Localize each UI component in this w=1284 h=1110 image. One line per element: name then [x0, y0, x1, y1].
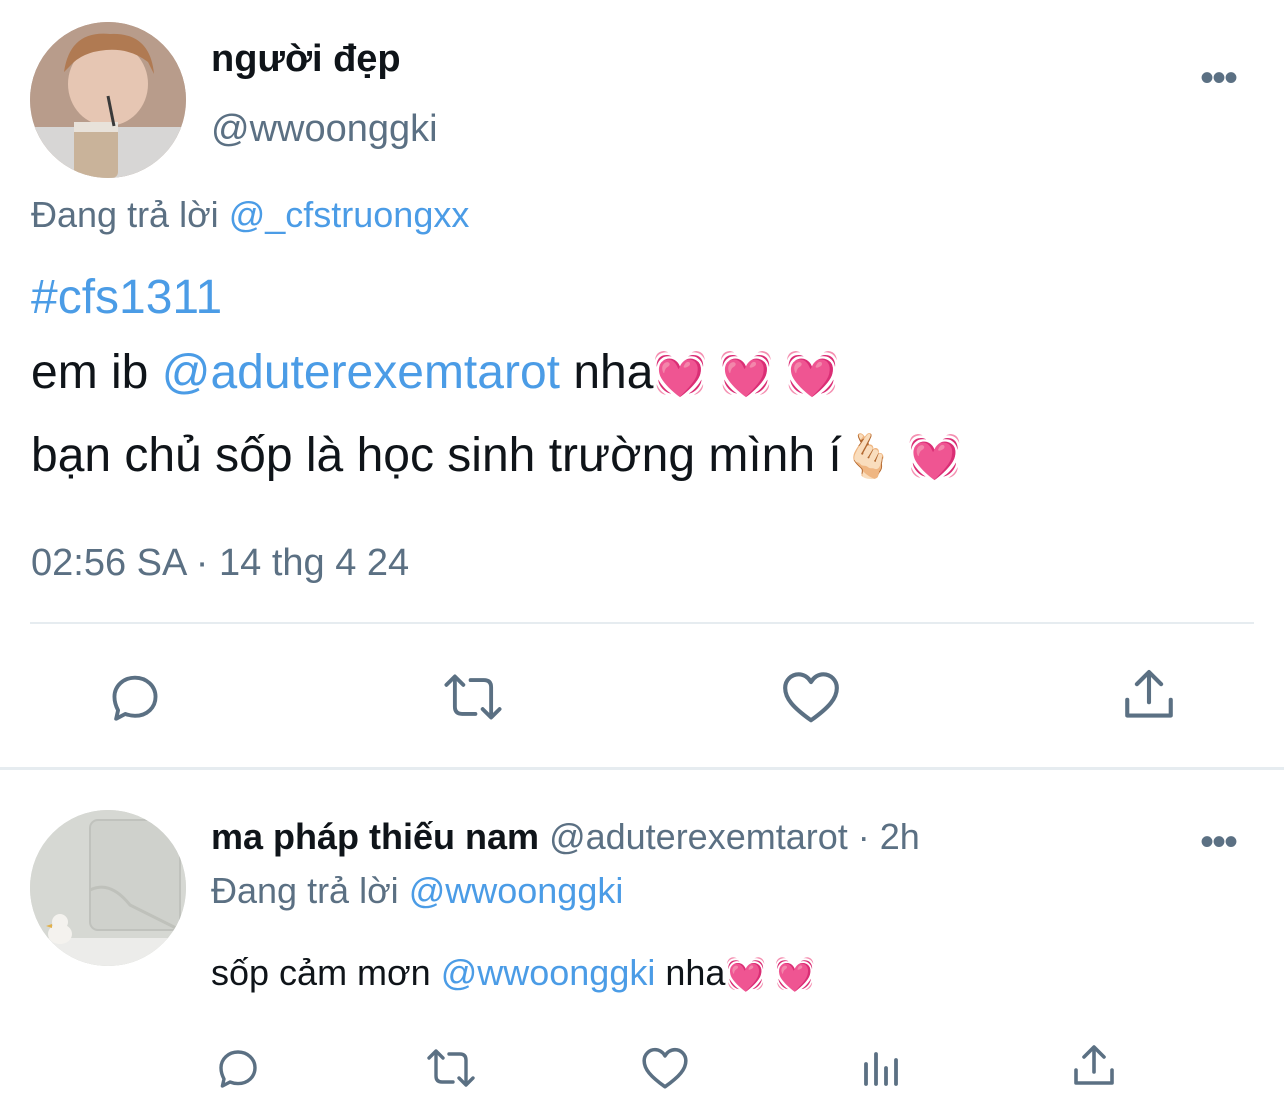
reply-like-icon[interactable]: [640, 1044, 690, 1092]
tweet-line1-prefix: em ib: [31, 346, 149, 399]
share-icon[interactable]: [1120, 666, 1178, 724]
section-divider: [0, 767, 1284, 770]
tweet-line2-text: bạn chủ sốp là học sinh trường mình í: [31, 429, 842, 482]
replying-prefix: Đang trả lời: [31, 194, 219, 235]
more-options-icon[interactable]: •••: [1200, 58, 1238, 98]
hand-heart-emoji-group: 🫰🏻 💓: [841, 433, 962, 481]
reply-author-avatar[interactable]: [30, 810, 186, 966]
tweet-line1-suffix: nha: [573, 346, 654, 399]
reply-text-suffix: nha: [665, 952, 726, 993]
heart-emoji-group: 💓 💓 💓: [653, 350, 839, 398]
author-handle[interactable]: @wwoonggki: [211, 108, 438, 151]
retweet-icon[interactable]: [440, 668, 506, 726]
reply-replying-prefix: Đang trả lời: [211, 870, 399, 911]
reply-text-mention[interactable]: @wwoonggki: [441, 952, 656, 993]
reply-author-display-name[interactable]: ma pháp thiếu nam: [211, 816, 539, 857]
reply-replying-to-line: Đang trả lời @wwoonggki: [211, 870, 623, 912]
reply-header: ma pháp thiếu nam @aduterexemtarot · 2h: [211, 816, 920, 858]
reply-replying-to-mention[interactable]: @wwoonggki: [409, 870, 624, 911]
tweet-text-line-1: em ib @aduterexemtarot nha💓 💓 💓: [31, 345, 839, 400]
reply-retweet-icon[interactable]: [424, 1044, 478, 1092]
reply-text: sốp cảm mơn @wwoonggki nha💓 💓: [211, 952, 815, 994]
hashtag-link[interactable]: #cfs1311: [31, 270, 222, 325]
author-display-name[interactable]: người đẹp: [211, 38, 401, 81]
tweet-mention[interactable]: @aduterexemtarot: [162, 346, 560, 399]
tweet-timestamp[interactable]: 02:56 SA · 14 thg 4 24: [31, 542, 409, 585]
author-avatar[interactable]: [30, 22, 186, 178]
reply-share-icon[interactable]: [1070, 1042, 1118, 1090]
like-icon[interactable]: [780, 668, 842, 726]
reply-icon[interactable]: [106, 668, 164, 726]
replying-to-line: Đang trả lời @_cfstruongxx: [31, 194, 469, 236]
reply-more-options-icon[interactable]: •••: [1200, 822, 1238, 862]
reply-text-prefix: sốp cảm mơn: [211, 952, 431, 993]
reply-analytics-icon[interactable]: [858, 1044, 906, 1092]
replying-to-mention[interactable]: @_cfstruongxx: [229, 194, 470, 235]
reply-reply-icon[interactable]: [214, 1044, 262, 1092]
reply-heart-emoji-group: 💓 💓: [725, 956, 816, 992]
reply-author-handle[interactable]: @aduterexemtarot: [549, 816, 848, 857]
reply-age[interactable]: · 2h: [858, 816, 920, 857]
divider: [30, 622, 1254, 624]
tweet-text-line-2: bạn chủ sốp là học sinh trường mình í🫰🏻 …: [31, 428, 961, 483]
